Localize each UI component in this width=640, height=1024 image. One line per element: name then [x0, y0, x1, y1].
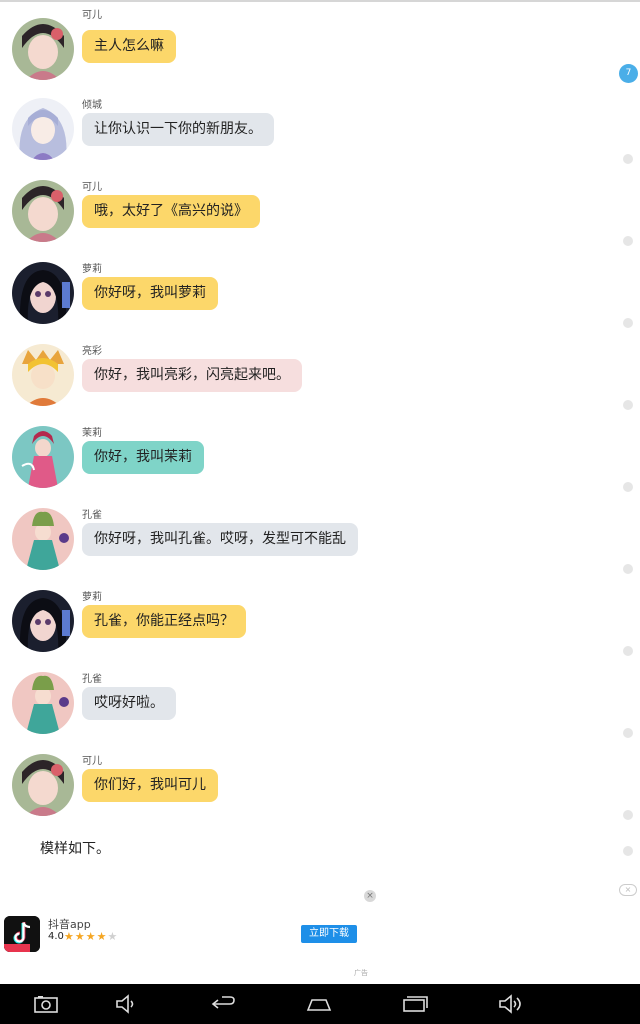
sender-name: 萝莉 — [82, 264, 102, 275]
volume-up-icon[interactable] — [498, 992, 524, 1016]
scroll-marker[interactable] — [623, 646, 633, 656]
message-bubble[interactable]: 你好，我叫茉莉 — [82, 441, 204, 474]
scroll-marker[interactable] — [623, 236, 633, 246]
star-empty-icon: ★ — [107, 930, 119, 943]
tiktok-app-icon[interactable] — [4, 916, 40, 952]
sender-name: 倾城 — [82, 100, 102, 111]
sender-name: 萝莉 — [82, 592, 102, 603]
avatar-kongque[interactable] — [12, 508, 74, 570]
system-nav-bar — [0, 984, 640, 1024]
message-bubble[interactable]: 你好呀，我叫孔雀。哎呀，发型可不能乱 — [82, 523, 358, 556]
chat-message: 可儿 哦，太好了《高兴的说》 — [0, 174, 600, 254]
message-bubble[interactable]: 让你认识一下你的新朋友。 — [82, 113, 274, 146]
message-bubble[interactable]: 你们好，我叫可儿 — [82, 769, 218, 802]
scroll-marker[interactable] — [623, 482, 633, 492]
star-filled-icon: ★★★★ — [64, 930, 108, 943]
chat-message: 茉莉 你好，我叫茉莉 — [0, 420, 600, 500]
chat-message: 孔雀 哎呀好啦。 — [0, 666, 600, 746]
scroll-marker[interactable] — [623, 154, 633, 164]
message-bubble[interactable]: 你好呀，我叫萝莉 — [82, 277, 218, 310]
sender-name: 可儿 — [82, 182, 102, 193]
sender-name: 亮彩 — [82, 346, 102, 357]
avatar-qingcheng[interactable] — [12, 98, 74, 160]
chat-message: 萝莉 你好呀，我叫萝莉 — [0, 256, 600, 336]
scroll-marker[interactable] — [623, 846, 633, 856]
ad-dismiss-button[interactable]: × — [619, 884, 637, 896]
chat-list[interactable]: 可儿 主人怎么嘛 倾城 让你认识一下你的新朋友。 可儿 哦，太好了《高兴的说》 … — [0, 0, 600, 880]
scroll-marker[interactable] — [623, 318, 633, 328]
chat-message: 亮彩 你好，我叫亮彩，闪亮起来吧。 — [0, 338, 600, 418]
ad-rating-value: 4.0 — [48, 931, 64, 942]
download-now-button[interactable]: 立即下载 — [301, 925, 357, 943]
scroll-position-badge[interactable]: 7 — [619, 64, 638, 83]
sender-name: 茉莉 — [82, 428, 102, 439]
chat-message: 可儿 主人怎么嘛 — [0, 10, 600, 90]
scroll-marker[interactable] — [623, 810, 633, 820]
ad-rating-stars: ★★★★★ — [64, 930, 118, 943]
ad-banner[interactable]: 抖音app 4.0 ★★★★★ 立即下载 — [0, 912, 640, 958]
volume-down-icon[interactable] — [114, 992, 140, 1016]
avatar-luoli[interactable] — [12, 262, 74, 324]
back-icon[interactable] — [210, 992, 236, 1016]
screenshot-icon[interactable] — [33, 992, 59, 1016]
message-bubble[interactable]: 哎呀好啦。 — [82, 687, 176, 720]
scroll-marker[interactable] — [623, 564, 633, 574]
avatar-keer[interactable] — [12, 18, 74, 80]
caption-text: 模样如下。 — [40, 841, 110, 857]
scroll-marker[interactable] — [623, 400, 633, 410]
chat-message: 萝莉 孔雀，你能正经点吗？ — [0, 584, 600, 664]
avatar-luoli[interactable] — [12, 590, 74, 652]
avatar-moli[interactable] — [12, 426, 74, 488]
avatar-keer[interactable] — [12, 754, 74, 816]
message-bubble[interactable]: 孔雀，你能正经点吗？ — [82, 605, 246, 638]
sender-name: 可儿 — [82, 10, 102, 21]
sender-name: 孔雀 — [82, 674, 102, 685]
chat-message: 孔雀 你好呀，我叫孔雀。哎呀，发型可不能乱 — [0, 502, 600, 582]
avatar-kongque[interactable] — [12, 672, 74, 734]
message-bubble[interactable]: 主人怎么嘛 — [82, 30, 176, 63]
ad-close-button[interactable]: × — [364, 890, 376, 902]
home-icon[interactable] — [306, 992, 332, 1016]
recents-icon[interactable] — [402, 992, 428, 1016]
chat-message: 可儿 你们好，我叫可儿 — [0, 748, 600, 828]
ad-label: 广告 — [354, 969, 368, 977]
avatar-keer[interactable] — [12, 180, 74, 242]
sender-name: 可儿 — [82, 756, 102, 767]
scroll-marker[interactable] — [623, 728, 633, 738]
avatar-liangcai[interactable] — [12, 344, 74, 406]
message-bubble[interactable]: 哦，太好了《高兴的说》 — [82, 195, 260, 228]
sender-name: 孔雀 — [82, 510, 102, 521]
message-bubble[interactable]: 你好，我叫亮彩，闪亮起来吧。 — [82, 359, 302, 392]
chat-message: 倾城 让你认识一下你的新朋友。 — [0, 92, 600, 172]
